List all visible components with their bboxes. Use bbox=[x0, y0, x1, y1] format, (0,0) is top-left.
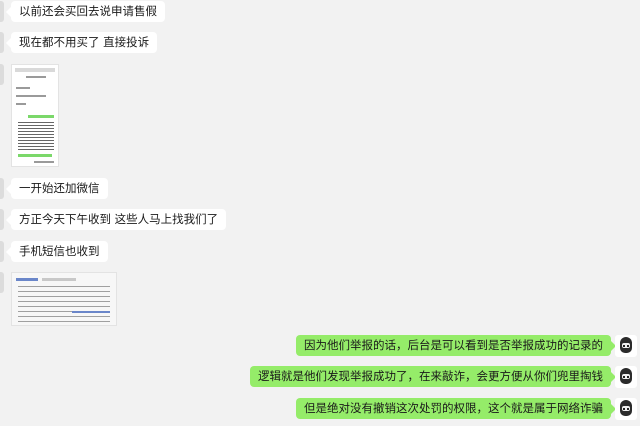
incoming-message[interactable]: 以前还会买回去说申请售假 bbox=[6, 1, 165, 22]
screenshot-green-line bbox=[28, 115, 54, 118]
cartoon-face-icon bbox=[620, 337, 632, 353]
screenshot-line bbox=[26, 76, 46, 78]
screenshot-text-block bbox=[18, 122, 54, 150]
screenshot-timestamp bbox=[42, 278, 76, 281]
screenshot-line bbox=[16, 95, 46, 97]
self-avatar[interactable] bbox=[615, 335, 637, 357]
screenshot-link bbox=[72, 311, 110, 313]
sender-avatar[interactable] bbox=[0, 209, 4, 230]
incoming-message[interactable]: 一开始还加微信 bbox=[6, 178, 108, 199]
screenshot-line bbox=[16, 87, 30, 89]
sender-avatar[interactable] bbox=[0, 178, 4, 199]
incoming-message[interactable]: 现在都不用买了 直接投诉 bbox=[5, 32, 158, 53]
sender-avatar[interactable] bbox=[0, 272, 4, 293]
sender-avatar[interactable] bbox=[0, 64, 4, 85]
self-avatar[interactable] bbox=[615, 398, 637, 420]
screenshot-sender-label bbox=[16, 278, 38, 281]
image-message-phone-screenshot[interactable] bbox=[11, 64, 59, 167]
screenshot-text-block bbox=[18, 286, 110, 322]
self-avatar[interactable] bbox=[615, 366, 637, 388]
screenshot-status-bar bbox=[15, 68, 55, 72]
incoming-message[interactable]: 手机短信也收到 bbox=[6, 241, 108, 262]
screenshot-line bbox=[34, 161, 54, 163]
cartoon-face-icon bbox=[620, 368, 632, 384]
sender-avatar[interactable] bbox=[0, 1, 4, 22]
screenshot-green-line bbox=[18, 154, 52, 157]
outgoing-message[interactable]: 但是绝对没有撤销这次处罚的权限，这个就是属于网络诈骗 bbox=[296, 398, 616, 419]
outgoing-message[interactable]: 因为他们举报的话，后台是可以看到是否举报成功的记录的 bbox=[296, 335, 616, 356]
screenshot-line bbox=[16, 103, 26, 105]
cartoon-face-icon bbox=[620, 400, 632, 416]
sender-avatar[interactable] bbox=[0, 241, 4, 262]
image-message-sms-screenshot[interactable] bbox=[11, 272, 117, 326]
sender-avatar[interactable] bbox=[0, 32, 4, 53]
outgoing-message[interactable]: 逻辑就是他们发现举报成功了，在来敲诈，会更方便从你们兜里掏钱 bbox=[250, 366, 616, 387]
incoming-message[interactable]: 方正今天下午收到 这些人马上找我们了 bbox=[5, 209, 227, 230]
